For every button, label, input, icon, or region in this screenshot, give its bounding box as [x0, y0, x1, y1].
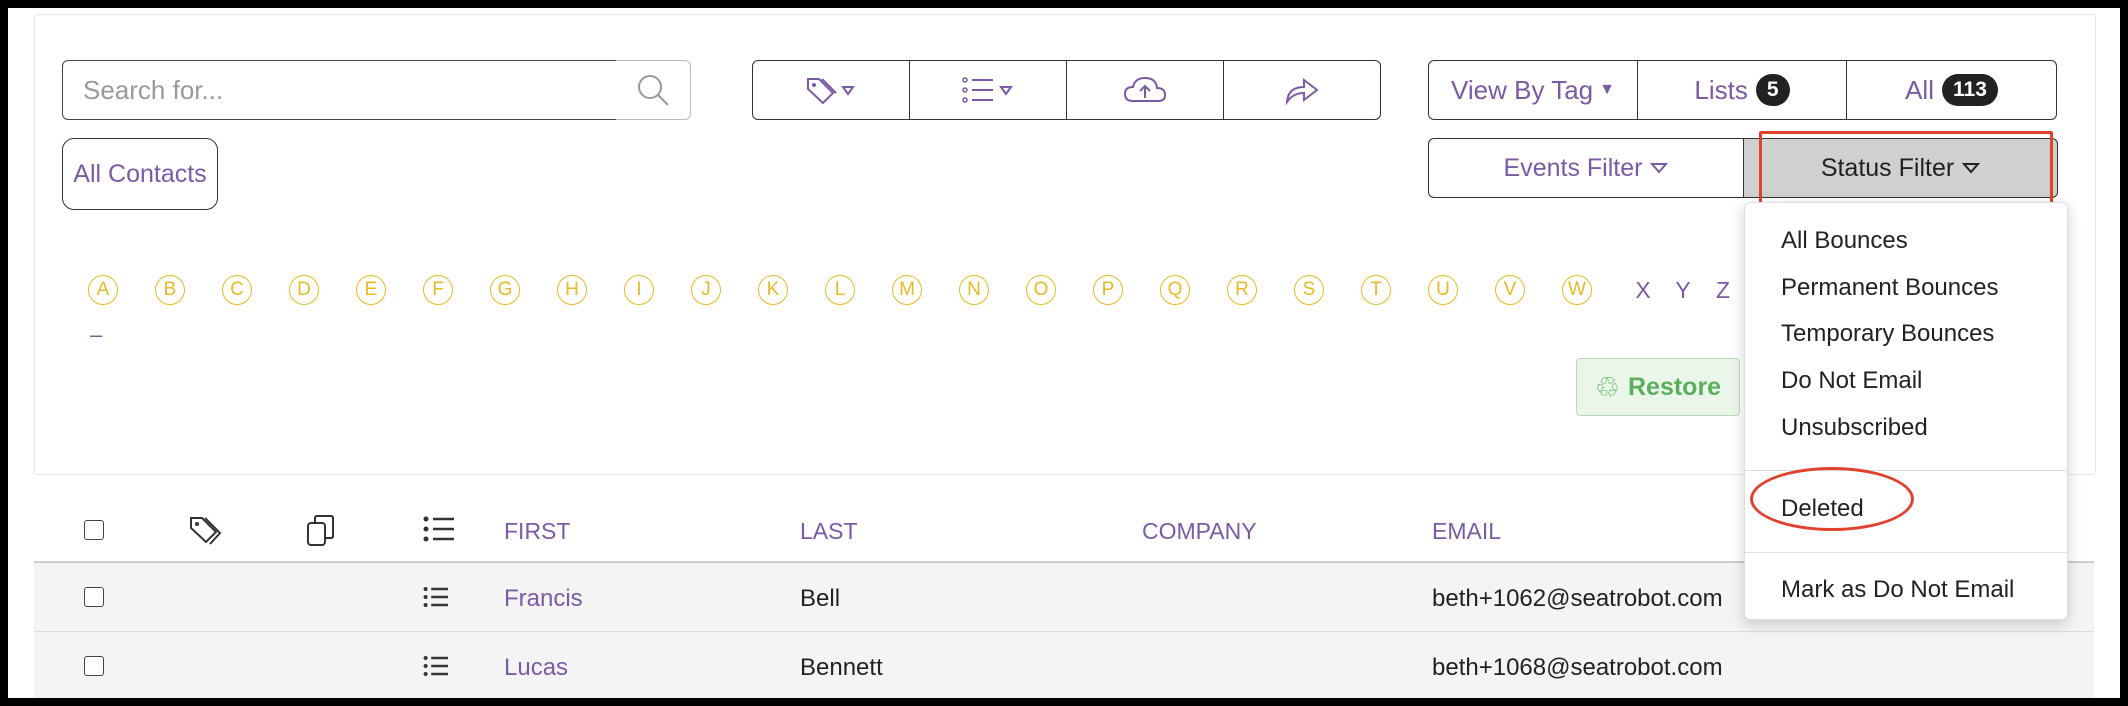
- letter-filter-x[interactable]: X: [1629, 276, 1657, 304]
- letter-filter-m[interactable]: M: [892, 275, 922, 305]
- search-input[interactable]: Search for...: [62, 60, 617, 120]
- list-icon[interactable]: [422, 654, 450, 678]
- caret-down-icon: [1650, 163, 1669, 174]
- restore-button[interactable]: ♲ Restore: [1576, 358, 1740, 416]
- letter-filter-b[interactable]: B: [155, 275, 185, 305]
- cell-email: beth+1062@seatrobot.com: [1432, 585, 1723, 612]
- cell-email: beth+1068@seatrobot.com: [1432, 654, 1723, 681]
- letter-filter-j[interactable]: J: [691, 275, 721, 305]
- list-icon: [962, 77, 1013, 103]
- letter-filter-e[interactable]: E: [356, 275, 386, 305]
- status-filter-menu: All Bounces Permanent Bounces Temporary …: [1744, 202, 2068, 620]
- status-filter-button[interactable]: Status Filter: [1743, 138, 2058, 198]
- letter-filter-l[interactable]: L: [825, 275, 855, 305]
- menu-item-mark-do-not-email[interactable]: Mark as Do Not Email: [1781, 576, 2014, 604]
- letter-filter-z[interactable]: Z: [1709, 276, 1737, 304]
- menu-item-deleted[interactable]: Deleted: [1781, 495, 1864, 523]
- view-by-tag-button[interactable]: View By Tag ▼: [1428, 60, 1638, 120]
- list-icon[interactable]: [422, 585, 450, 609]
- letter-filter-s[interactable]: S: [1294, 275, 1324, 305]
- letter-filter-o[interactable]: O: [1026, 275, 1056, 305]
- all-count-badge: 113: [1942, 74, 1998, 106]
- view-by-tag-label: View By Tag: [1451, 74, 1594, 105]
- letter-filter-p[interactable]: P: [1093, 275, 1123, 305]
- caret-down-icon: [1962, 163, 1981, 174]
- restore-label: Restore: [1628, 372, 1722, 401]
- recycle-icon: ♲: [1594, 371, 1620, 403]
- menu-item-unsubscribed[interactable]: Unsubscribed: [1781, 414, 1928, 442]
- share-icon: [1285, 77, 1319, 105]
- letter-filter-y[interactable]: Y: [1669, 276, 1697, 304]
- column-header-last[interactable]: LAST: [800, 518, 858, 545]
- letter-filter-a[interactable]: A: [88, 275, 118, 305]
- letter-filter-h[interactable]: H: [557, 275, 587, 305]
- tag-dropdown-button[interactable]: [752, 60, 910, 120]
- search-icon: [638, 75, 669, 106]
- cell-last: Bell: [800, 585, 841, 612]
- caret-down-icon: ▼: [1599, 81, 1615, 98]
- column-header-first[interactable]: FIRST: [504, 518, 570, 545]
- letter-filter-w[interactable]: W: [1562, 275, 1592, 305]
- table-row[interactable]: Lucas Bennett beth+1068@seatrobot.com: [34, 631, 2094, 698]
- letter-filter-d[interactable]: D: [289, 275, 319, 305]
- letter-filter-f[interactable]: F: [423, 275, 453, 305]
- tag-icon: [190, 517, 222, 545]
- cell-first[interactable]: Francis: [504, 585, 583, 613]
- status-filter-label: Status Filter: [1820, 153, 1955, 182]
- letter-filter-g[interactable]: G: [490, 275, 520, 305]
- menu-divider: [1745, 470, 2067, 471]
- cell-last: Bennett: [800, 654, 883, 681]
- all-label: All: [1905, 74, 1934, 105]
- letter-filter-c[interactable]: C: [222, 275, 252, 305]
- row-checkbox[interactable]: [84, 587, 104, 607]
- all-contacts-button[interactable]: All Contacts: [62, 138, 218, 210]
- letter-filter-i[interactable]: I: [624, 275, 654, 305]
- tag-icon: [807, 78, 855, 105]
- select-all-checkbox[interactable]: [84, 520, 104, 540]
- list-icon: [423, 516, 454, 542]
- letter-filter-u[interactable]: U: [1428, 275, 1458, 305]
- letter-filter-t[interactable]: T: [1361, 275, 1391, 305]
- events-filter-button[interactable]: Events Filter: [1428, 138, 1743, 198]
- all-button[interactable]: All 113: [1847, 60, 2057, 120]
- menu-item-permanent-bounces[interactable]: Permanent Bounces: [1781, 274, 1998, 302]
- app-frame: Search for... View By Tag ▼ Lists 5 All …: [8, 8, 2120, 698]
- menu-item-all-bounces[interactable]: All Bounces: [1781, 227, 1908, 255]
- letter-filter-r[interactable]: R: [1227, 275, 1257, 305]
- list-dropdown-button[interactable]: [910, 60, 1067, 120]
- cell-first[interactable]: Lucas: [504, 654, 568, 682]
- copy-icon: [307, 515, 334, 546]
- menu-item-do-not-email[interactable]: Do Not Email: [1781, 367, 1922, 395]
- menu-divider: [1745, 552, 2067, 553]
- letter-filter-v[interactable]: V: [1495, 275, 1525, 305]
- alphabet-filter: ABCDEFGHIJKLMNOPQRSTUVWXYZ: [88, 270, 1730, 310]
- letter-filter-n[interactable]: N: [959, 275, 989, 305]
- column-header-company[interactable]: COMPANY: [1142, 518, 1257, 545]
- lists-count-badge: 5: [1755, 74, 1790, 106]
- column-header-email[interactable]: EMAIL: [1432, 518, 1501, 545]
- action-toolbar: [752, 60, 1381, 120]
- lists-label: Lists: [1694, 74, 1748, 105]
- search-button[interactable]: [616, 60, 691, 120]
- view-toolbar: View By Tag ▼ Lists 5 All 113: [1428, 60, 2057, 120]
- menu-item-temporary-bounces[interactable]: Temporary Bounces: [1781, 320, 1994, 348]
- events-filter-label: Events Filter: [1503, 153, 1643, 182]
- row-checkbox[interactable]: [84, 656, 104, 676]
- letter-filter-q[interactable]: Q: [1160, 275, 1190, 305]
- share-button[interactable]: [1224, 60, 1381, 120]
- lists-button[interactable]: Lists 5: [1638, 60, 1847, 120]
- alphabet-extra[interactable]: –: [90, 322, 102, 348]
- letter-filter-k[interactable]: K: [758, 275, 788, 305]
- cloud-upload-icon: [1123, 76, 1167, 102]
- upload-button[interactable]: [1067, 60, 1224, 120]
